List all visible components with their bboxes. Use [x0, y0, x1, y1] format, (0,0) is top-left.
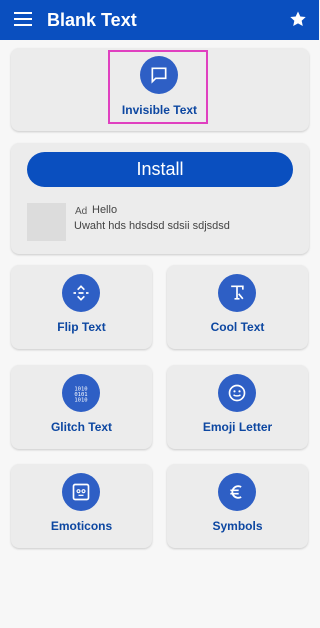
emoticons-label: Emoticons — [50, 519, 113, 533]
svg-text:1010: 1010 — [74, 397, 87, 403]
cool-text-tile[interactable]: Cool Text — [167, 265, 308, 349]
glitch-text-label: Glitch Text — [50, 420, 113, 434]
symbols-tile[interactable]: Symbols — [167, 464, 308, 548]
emoticons-tile[interactable]: Emoticons — [11, 464, 152, 548]
ad-body-text: Uwaht hds hdsdsd sdsii sdjsdsd — [74, 220, 230, 232]
install-button[interactable]: Install — [27, 152, 293, 187]
selection-highlight — [108, 50, 208, 124]
glitch-text-tile[interactable]: 1010 0101 1010 Glitch Text — [11, 365, 152, 449]
binary-icon: 1010 0101 1010 — [62, 374, 100, 412]
hamburger-menu-icon[interactable] — [14, 11, 32, 27]
app-title: Blank Text — [47, 10, 137, 30]
flip-vertical-icon — [62, 274, 100, 312]
ad-badge: Ad — [75, 206, 88, 217]
flip-text-label: Flip Text — [57, 320, 106, 334]
cool-text-label: Cool Text — [210, 320, 265, 334]
star-icon[interactable] — [289, 10, 307, 28]
emoji-letter-tile[interactable]: Emoji Letter — [167, 365, 308, 449]
symbols-label: Symbols — [212, 519, 263, 533]
emoji-letter-label: Emoji Letter — [202, 420, 273, 434]
text-format-icon — [218, 274, 256, 312]
ad-thumbnail[interactable] — [27, 203, 66, 241]
smiley-icon — [218, 374, 256, 412]
app-bar: Blank Text — [0, 0, 319, 40]
ad-title[interactable]: Hello — [92, 204, 117, 216]
euro-icon — [218, 473, 256, 511]
emoticon-face-icon — [62, 473, 100, 511]
flip-text-tile[interactable]: Flip Text — [11, 265, 152, 349]
